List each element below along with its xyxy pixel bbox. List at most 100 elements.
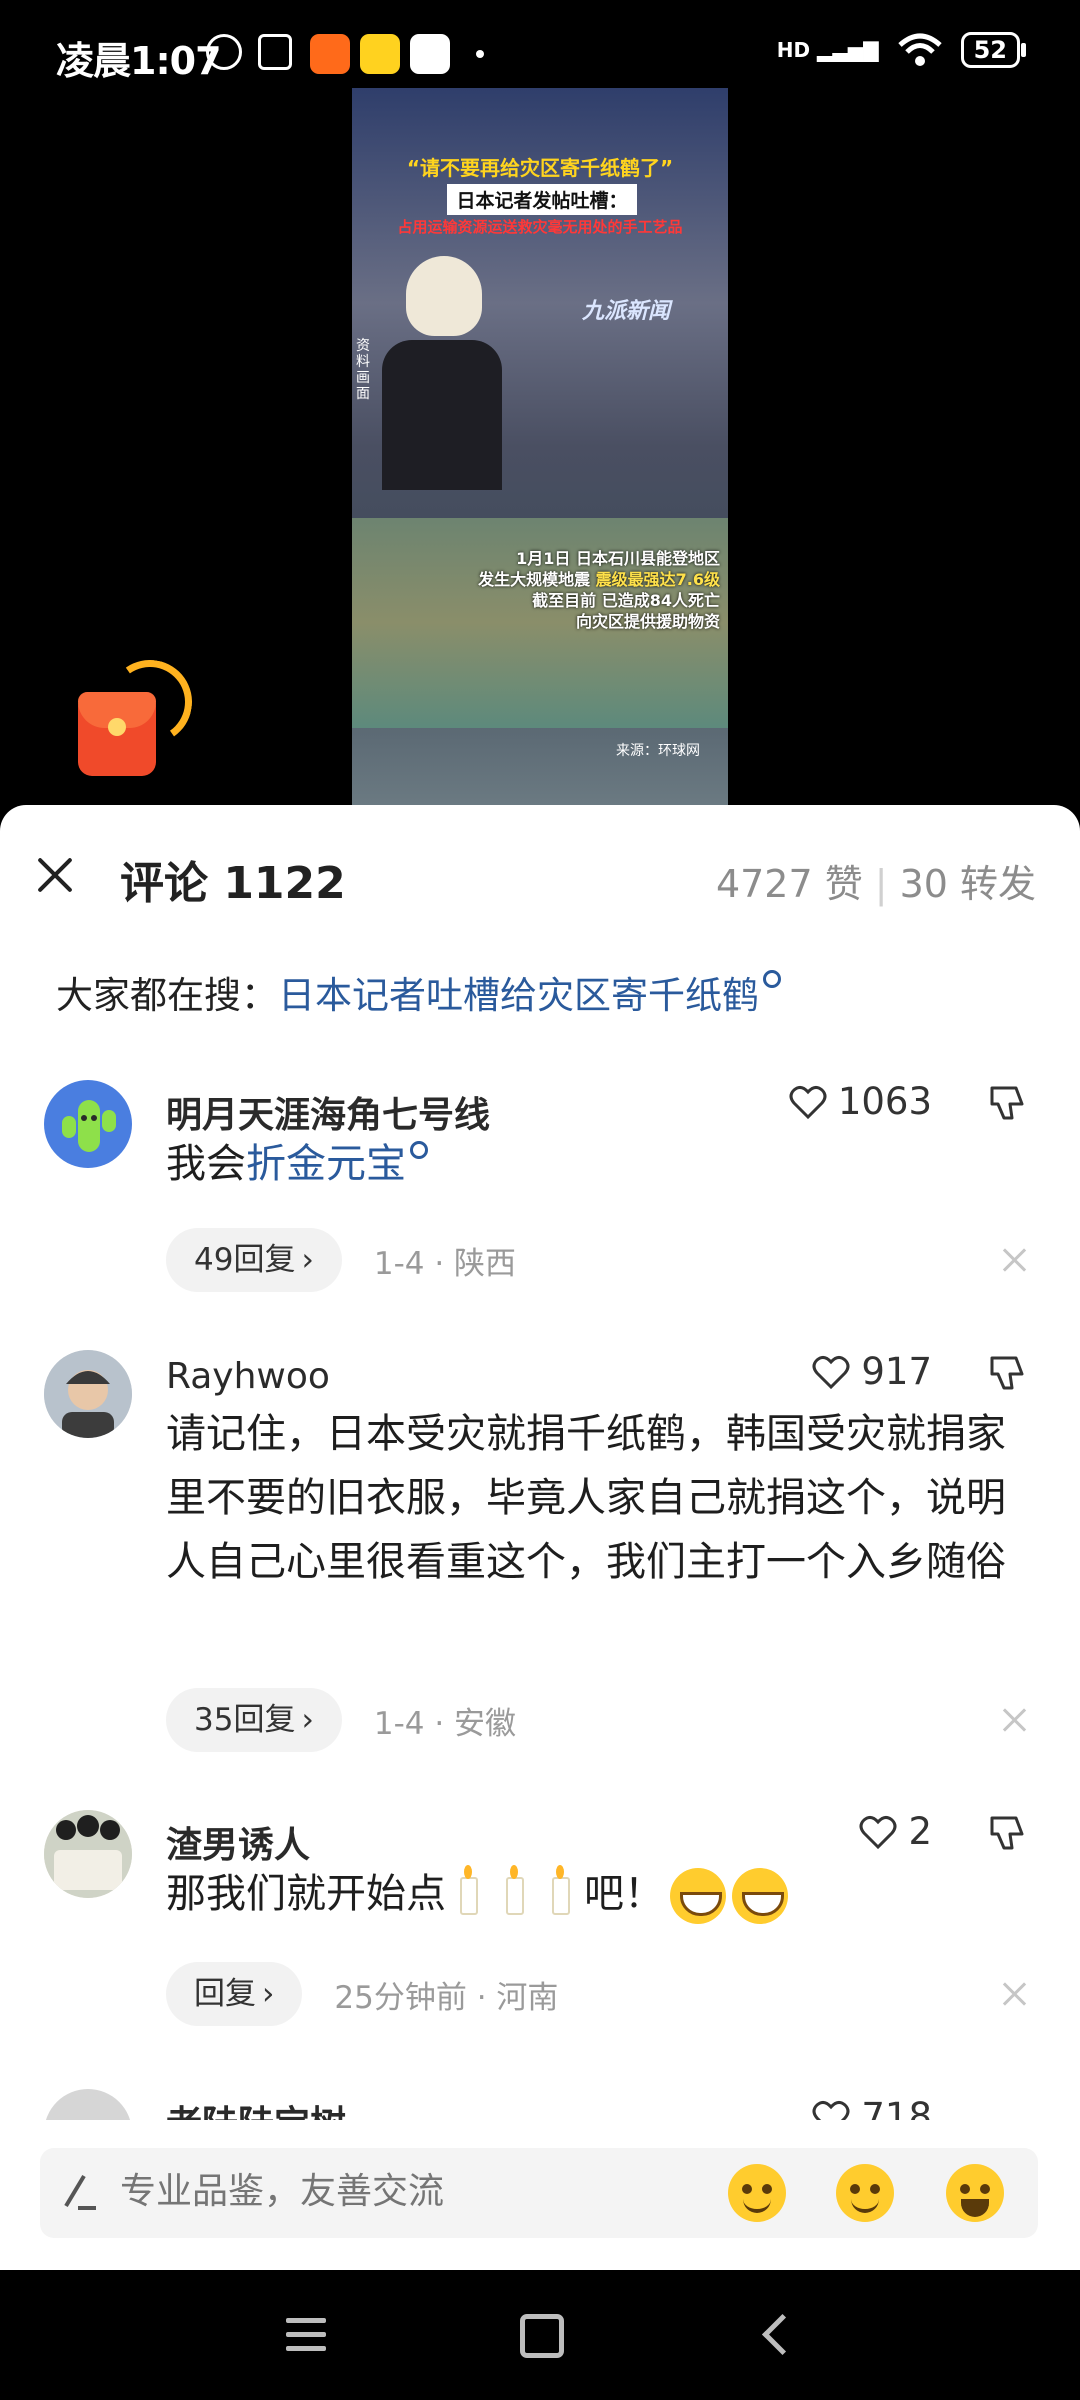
comment-author[interactable]: Rayhwoo [166,1356,330,1397]
comment-author[interactable]: 老陆陆宝树 [166,2095,346,2120]
comment-input-bar [40,2148,1038,2238]
app-notification-icon [410,34,450,74]
video-caption-line: 发生大规模地震 震级最强达7.6级 [420,569,720,590]
search-icon [410,1141,428,1159]
avatar[interactable] [44,1350,132,1438]
comment-footer: 49回复 › 1-4 · 陕西 [166,1228,516,1292]
smirk-emoji-icon[interactable] [728,2164,786,2222]
dismiss-icon[interactable] [1000,1705,1030,1735]
like-count: 917 [861,1350,932,1393]
network-label: HD [776,38,811,62]
video-player[interactable]: “请不要再给灾区寄千纸鹤了” 日本记者发帖吐槽： 占用运输资源运送救灾毫无用处的… [352,88,728,806]
app-notification-icon [360,34,400,74]
trending-search-label: 大家都在搜： [56,974,278,1017]
reply-label: 回复 [194,1976,256,2012]
comment-text: 我会折金元宝 [166,1132,1026,1196]
battery-icon: 52 [960,32,1027,68]
wifi-icon [897,33,942,66]
trending-search-link[interactable]: 日本记者吐槽给灾区寄千纸鹤 [278,974,759,1017]
sheet-header: 评论 1122 4727 赞 | 30 转发 [0,805,1080,945]
like-button[interactable]: 2 [858,1810,932,1853]
system-nav-bar [0,2270,1080,2400]
comment-text-part: 我会 [166,1141,246,1187]
shares-count[interactable]: 30 转发 [900,862,1036,906]
video-caption-line: 1月1日 日本石川县能登地区 [516,549,720,568]
comment-meta: 1-4 · 安徽 [373,1705,517,1742]
red-packet-icon[interactable] [78,653,199,778]
pen-icon [64,2174,96,2210]
person-avatar-icon [44,1350,132,1438]
like-button[interactable]: 917 [811,1350,932,1393]
comment-text-part: 吧！ [584,1871,664,1917]
like-button[interactable]: 1063 [788,1080,932,1123]
heart-icon [812,2100,850,2120]
alarm-icon [206,34,242,70]
view-replies-button[interactable]: 35回复 › [166,1688,342,1752]
dismiss-icon[interactable] [1000,1979,1030,2009]
comment-meta: 1-4 · 陕西 [373,1245,517,1282]
like-count: 1063 [837,1080,932,1123]
comment-footer: 回复 › 25分钟前 · 河南 [166,1962,558,2026]
comment-text: 那我们就开始点 吧！ [166,1862,1026,1926]
video-subtitle-red: 占用运输资源运送救灾毫无用处的手工艺品 [397,218,683,236]
dislike-icon[interactable] [986,1352,1028,1394]
comment-search-link[interactable]: 折金元宝 [246,1141,406,1187]
close-icon[interactable] [30,850,80,900]
comment-author[interactable]: 明月天涯海角七号线 [166,1086,490,1138]
likes-count[interactable]: 4727 赞 [716,862,863,906]
reply-button[interactable]: 回复 › [166,1962,303,2026]
comment-meta: 25分钟前 · 河南 [334,1979,559,2016]
nfc-icon [258,34,292,70]
like-button[interactable]: 718 [811,2095,932,2120]
avatar[interactable] [44,1810,132,1898]
chevron-right-icon: › [262,1976,275,2012]
like-count: 2 [908,1810,932,1853]
dislike-icon[interactable] [986,1082,1028,1124]
like-count: 718 [861,2095,932,2120]
search-icon [763,970,781,988]
video-title: “请不要再给灾区寄千纸鹤了” [406,156,674,180]
reply-count: 49回复 [194,1242,296,1278]
battery-level: 52 [973,36,1007,64]
comment-footer: 35回复 › 1-4 · 安徽 [166,1688,516,1752]
candle-emoji-icon [460,1865,478,1915]
candle-emoji-icon [552,1865,570,1915]
reply-count: 35回复 [194,1702,296,1738]
comments-sheet: 评论 1122 4727 赞 | 30 转发 大家都在搜：日本记者吐槽给灾区寄千纸鹤… [0,805,1080,2270]
caption-highlight: 震级最强达7.6级 [595,570,720,589]
chevron-right-icon: › [301,1702,314,1738]
cactus-avatar-icon [62,1100,116,1152]
comment-item: 老陆陆宝树 718 [0,2085,1080,2120]
trending-search: 大家都在搜：日本记者吐槽给灾区寄千纸鹤 [56,965,781,1019]
heart-icon [812,1355,850,1389]
dismiss-icon[interactable] [1000,1245,1030,1275]
comment-text: 请记住，日本受灾就捐千纸鹤，韩国受灾就捐家里不要的旧衣服，毕竟人家自己就捐这个，… [166,1411,1006,1585]
grin-emoji-icon [732,1868,788,1924]
video-logo: 九派新闻 [582,299,671,324]
heart-icon [789,1085,827,1119]
video-person-figure [382,256,502,490]
laugh-tears-emoji-icon[interactable] [946,2164,1004,2222]
party-emoji-icon[interactable] [836,2164,894,2222]
avatar[interactable] [44,1080,132,1168]
sheet-stats: 4727 赞 | 30 转发 [715,862,1036,906]
comments-title: 评论 1122 [120,858,346,909]
chevron-right-icon: › [301,1242,314,1278]
menu-icon[interactable] [286,2318,326,2360]
cake-avatar-icon [44,1810,132,1898]
video-source: 来源：环球网 [616,743,700,759]
avatar[interactable] [44,2089,132,2120]
comment-author[interactable]: 渣男诱人 [166,1816,310,1868]
back-icon[interactable] [761,2313,804,2356]
home-icon[interactable] [520,2314,564,2358]
dislike-icon[interactable] [986,1812,1028,1854]
status-time: 凌晨1:07 [56,39,222,83]
comment-input[interactable] [118,2170,682,2213]
signal-icon: HD ▂▃▅▇ [776,38,879,62]
caption-text: 发生大规模地震 [478,570,596,589]
view-replies-button[interactable]: 49回复 › [166,1228,342,1292]
comment-text-part: 那我们就开始点 [166,1871,446,1917]
video-subtitle: 日本记者发帖吐槽： [447,184,637,215]
video-caption-line: 向灾区提供援助物资 [575,612,720,631]
grin-emoji-icon [670,1868,726,1924]
